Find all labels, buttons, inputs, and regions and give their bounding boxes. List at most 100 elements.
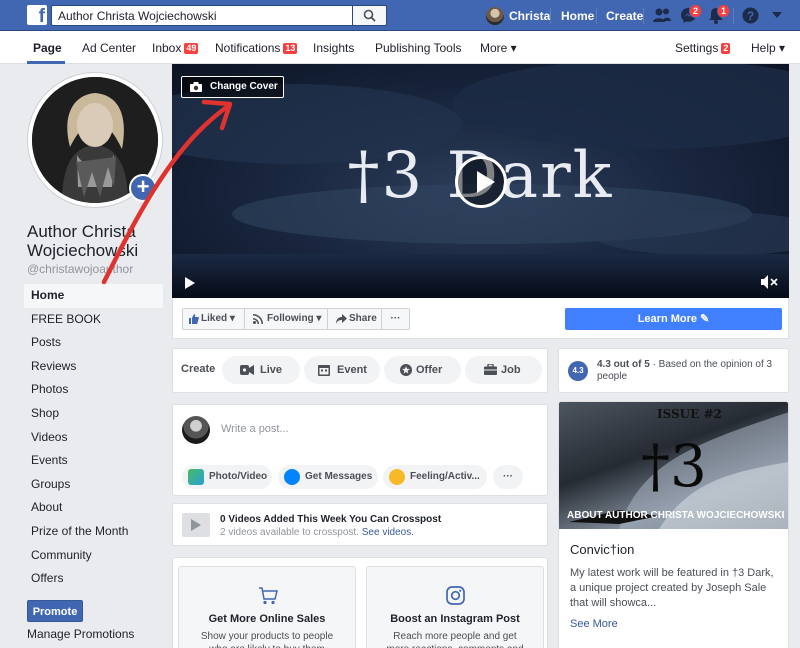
about-heading: Convic†ion <box>570 542 635 557</box>
about-caption: ABOUT AUTHOR CHRISTA WOJCIECHOWSKI <box>567 510 785 521</box>
home-link[interactable]: Home <box>561 0 594 31</box>
sidebar-item-community[interactable]: Community <box>24 544 163 568</box>
liked-button[interactable]: Liked ▾ <box>182 308 245 330</box>
sidebar-item-reviews[interactable]: Reviews <box>24 355 163 379</box>
composer-avatar <box>182 416 210 444</box>
briefcase-icon <box>484 364 497 375</box>
see-videos-link[interactable]: See videos. <box>362 527 414 538</box>
promo-description: Reach more people and get more reactions… <box>386 631 523 648</box>
write-post-input[interactable]: Write a post... <box>221 423 289 435</box>
account-dropdown-icon[interactable] <box>772 12 782 19</box>
job-label: Job <box>501 364 521 376</box>
learn-more-button[interactable]: Learn More ✎ <box>565 308 782 330</box>
active-tab-indicator <box>27 61 65 64</box>
sidebar-item-photos[interactable]: Photos <box>24 378 163 402</box>
see-more-link[interactable]: See More <box>570 618 618 630</box>
sidebar-item-videos[interactable]: Videos <box>24 426 163 450</box>
sidebar-item-posts[interactable]: Posts <box>24 331 163 355</box>
search-input[interactable]: Author Christa Wojciechowski <box>51 5 353 26</box>
create-job-button[interactable]: Job <box>465 356 542 384</box>
liked-label: Liked <box>201 313 228 324</box>
sidebar-item-prize-of-the-month[interactable]: Prize of the Month <box>24 520 163 544</box>
promo-online-sales[interactable]: Get More Online Sales Show your products… <box>178 566 356 648</box>
about-image-issue: ISSUE #2 <box>657 407 722 421</box>
create-link[interactable]: Create <box>606 0 643 31</box>
share-label: Share <box>349 313 377 324</box>
inbox-badge: 49 <box>184 43 199 54</box>
promote-button[interactable]: Promote <box>27 600 83 622</box>
tab-inbox[interactable]: Inbox 49 <box>152 41 199 55</box>
add-profile-photo-button[interactable]: + <box>129 174 157 202</box>
manage-promotions-link[interactable]: Manage Promotions <box>27 627 134 641</box>
sidebar-item-events[interactable]: Events <box>24 449 163 473</box>
profile-link[interactable]: Christa <box>486 0 550 31</box>
event-label: Event <box>337 364 367 376</box>
muted-volume-icon[interactable] <box>760 274 778 290</box>
composer-more-button[interactable]: ··· <box>493 465 523 489</box>
play-icon[interactable] <box>185 277 195 289</box>
sidebar-item-home[interactable]: Home <box>24 284 163 308</box>
create-live-button[interactable]: Live <box>222 356 300 384</box>
change-cover-label: Change Cover <box>210 81 278 92</box>
tab-page[interactable]: Page <box>33 41 62 55</box>
tab-notifications[interactable]: Notifications 13 <box>215 41 298 55</box>
tab-more[interactable]: More ▾ <box>480 41 517 55</box>
more-actions-button[interactable]: ··· <box>381 308 410 330</box>
get-messages-button[interactable]: Get Messages <box>278 465 378 489</box>
create-label: Create <box>181 363 216 375</box>
search-button[interactable] <box>353 5 387 26</box>
sidebar-item-about[interactable]: About <box>24 496 163 520</box>
tab-insights[interactable]: Insights <box>313 41 354 55</box>
crosspost-subtitle-text: 2 videos available to crosspost. <box>220 527 359 538</box>
page-nav: Page Ad Center Inbox 49 Notifications 13 I… <box>0 31 800 64</box>
top-bar: f Author Christa Wojciechowski Christa H… <box>0 0 800 31</box>
tab-ad-center[interactable]: Ad Center <box>82 41 136 55</box>
create-offer-button[interactable]: Offer <box>384 356 461 384</box>
tab-publishing-tools[interactable]: Publishing Tools <box>375 41 462 55</box>
cover-video[interactable]: †3 Dark Change Cover <box>172 64 789 298</box>
messenger-icon <box>284 469 300 485</box>
feeling-activity-button[interactable]: Feeling/Activ... <box>383 465 487 489</box>
page-username[interactable]: @christawojoauthor <box>27 262 133 276</box>
following-button[interactable]: Following ▾ <box>244 308 328 330</box>
change-cover-button[interactable]: Change Cover <box>181 76 284 98</box>
promo-title: Boost an Instagram Post <box>390 613 520 625</box>
tab-settings-label: Settings <box>675 41 719 55</box>
learn-more-label: Learn More <box>637 313 697 325</box>
play-video-icon[interactable] <box>455 156 507 208</box>
promo-instagram[interactable]: Boost an Instagram Post Reach more peopl… <box>366 566 544 648</box>
following-label: Following <box>267 313 314 324</box>
divider <box>596 8 597 24</box>
friend-requests-icon[interactable] <box>653 7 671 23</box>
divider <box>733 8 734 24</box>
tab-settings[interactable]: Settings 2 <box>675 41 731 55</box>
video-icon <box>182 513 210 537</box>
user-avatar <box>486 6 504 25</box>
offer-tag-icon <box>400 364 412 376</box>
pencil-icon: ✎ <box>700 313 710 325</box>
photo-video-button[interactable]: Photo/Video <box>182 465 272 489</box>
divider <box>550 8 551 24</box>
post-composer: Write a post... Photo/Video Get Messages… <box>172 404 548 496</box>
offer-label: Offer <box>416 364 443 376</box>
tab-inbox-label: Inbox <box>152 41 182 55</box>
help-icon[interactable]: ? <box>742 7 759 24</box>
notifications-badge: 1 <box>717 4 731 18</box>
photo-video-label: Photo/Video <box>209 471 268 482</box>
sidebar-item-groups[interactable]: Groups <box>24 473 163 497</box>
page-action-bar: Liked ▾ Following ▾ Share ··· Learn More… <box>172 298 789 339</box>
facebook-logo-icon[interactable]: f <box>27 5 47 27</box>
tab-help[interactable]: Help ▾ <box>751 41 785 55</box>
sidebar-item-offers[interactable]: Offers <box>24 567 163 591</box>
rating-badge: 4.3 <box>568 361 588 381</box>
rss-icon <box>253 314 263 324</box>
share-button[interactable]: Share <box>327 308 382 330</box>
about-cover-image[interactable]: ISSUE #2 †3 ABOUT AUTHOR CHRISTA WOJCIEC… <box>559 402 788 529</box>
crosspost-title: 0 Videos Added This Week You Can Crosspo… <box>220 514 442 525</box>
promo-title: Get More Online Sales <box>208 613 326 625</box>
create-event-button[interactable]: Event <box>304 356 380 384</box>
promo-description: Show your products to people who are lik… <box>200 631 334 648</box>
rating-card[interactable]: 4.3 4.3 out of 5 · Based on the opinion … <box>558 348 789 393</box>
sidebar-item-free-book[interactable]: FREE BOOK <box>24 308 163 332</box>
sidebar-item-shop[interactable]: Shop <box>24 402 163 426</box>
